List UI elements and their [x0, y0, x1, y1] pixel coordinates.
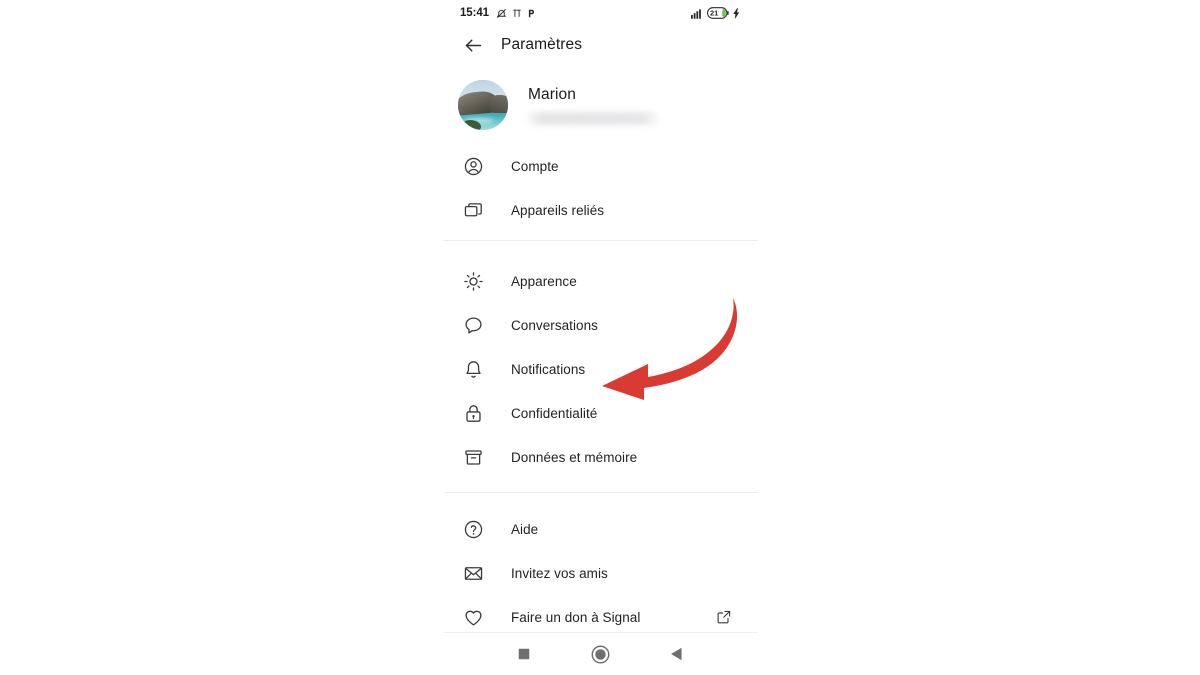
bell-icon — [462, 358, 484, 380]
sidebar-item-label: Faire un don à Signal — [511, 609, 641, 625]
bell-muted-icon — [496, 8, 507, 19]
chat-bubble-icon — [462, 314, 484, 336]
envelope-icon — [462, 562, 484, 584]
circle-home-icon[interactable] — [587, 641, 613, 667]
back-arrow-icon[interactable] — [456, 28, 490, 62]
battery-icon: 21 — [707, 7, 729, 19]
sidebar-item-label: Notifications — [511, 361, 586, 377]
archive-box-icon — [462, 446, 484, 468]
p-mode-icon — [527, 8, 536, 19]
sidebar-item-appareils-relies[interactable]: Appareils reliés — [440, 188, 760, 232]
heart-icon — [462, 606, 484, 628]
sidebar-item-notifications[interactable]: Notifications — [440, 347, 760, 391]
charging-bolt-icon — [733, 7, 740, 19]
section-divider — [444, 492, 758, 493]
sidebar-item-compte[interactable]: Compte — [440, 144, 760, 188]
avatar-foliage — [461, 120, 481, 130]
sidebar-item-confidentialite[interactable]: Confidentialité — [440, 391, 760, 435]
status-bar: 15:41 21 — [440, 0, 760, 26]
status-right-icon-group: 21 — [691, 7, 740, 19]
sidebar-item-label: Apparence — [511, 273, 577, 289]
profile-phone-redacted — [528, 111, 658, 125]
person-circle-icon — [462, 155, 484, 177]
page-title: Paramètres — [501, 36, 583, 53]
sidebar-item-label: Invitez vos amis — [511, 565, 608, 581]
profile-text-block: Marion — [528, 86, 658, 125]
settings-section-preferences: Apparence Conversations Notifications Co… — [440, 259, 760, 479]
question-circle-icon — [462, 518, 484, 540]
sidebar-item-conversations[interactable]: Conversations — [440, 303, 760, 347]
sidebar-item-label: Appareils reliés — [511, 202, 605, 218]
sun-icon — [462, 270, 484, 292]
sidebar-item-donnees-et-memoire[interactable]: Données et mémoire — [440, 435, 760, 479]
sidebar-item-label: Compte — [511, 158, 559, 174]
sidebar-item-label: Confidentialité — [511, 405, 598, 421]
sidebar-item-label: Données et mémoire — [511, 449, 638, 465]
sidebar-item-label: Conversations — [511, 317, 598, 333]
status-left-icon-group — [496, 8, 536, 19]
vibrate-icon — [512, 8, 522, 19]
external-link-icon[interactable] — [716, 609, 732, 625]
sidebar-item-aide[interactable]: Aide — [440, 507, 760, 551]
sidebar-item-label: Aide — [511, 521, 539, 537]
profile-name: Marion — [528, 85, 576, 103]
triangle-back-icon[interactable] — [663, 641, 689, 667]
linked-devices-icon — [462, 199, 484, 221]
settings-section-account: Compte Appareils reliés — [440, 144, 760, 232]
cellular-signal-icon — [691, 8, 703, 19]
status-clock: 15:41 — [460, 7, 489, 19]
settings-section-support: Aide Invitez vos amis Faire un don à Sig… — [440, 507, 760, 639]
battery-level-text: 21 — [710, 8, 719, 18]
profile-row[interactable]: Marion — [440, 72, 760, 138]
section-divider — [444, 240, 758, 241]
android-nav-bar — [440, 633, 760, 675]
sidebar-item-invitez-vos-amis[interactable]: Invitez vos amis — [440, 551, 760, 595]
avatar-cliff-far — [489, 95, 508, 113]
lock-icon — [462, 402, 484, 424]
phone-screen: 15:41 21 Paramètres Marion Compte Appare… — [440, 0, 760, 675]
square-recents-icon[interactable] — [511, 641, 537, 667]
avatar[interactable] — [458, 80, 508, 130]
sidebar-item-apparence[interactable]: Apparence — [440, 259, 760, 303]
app-bar: Paramètres — [440, 28, 760, 62]
